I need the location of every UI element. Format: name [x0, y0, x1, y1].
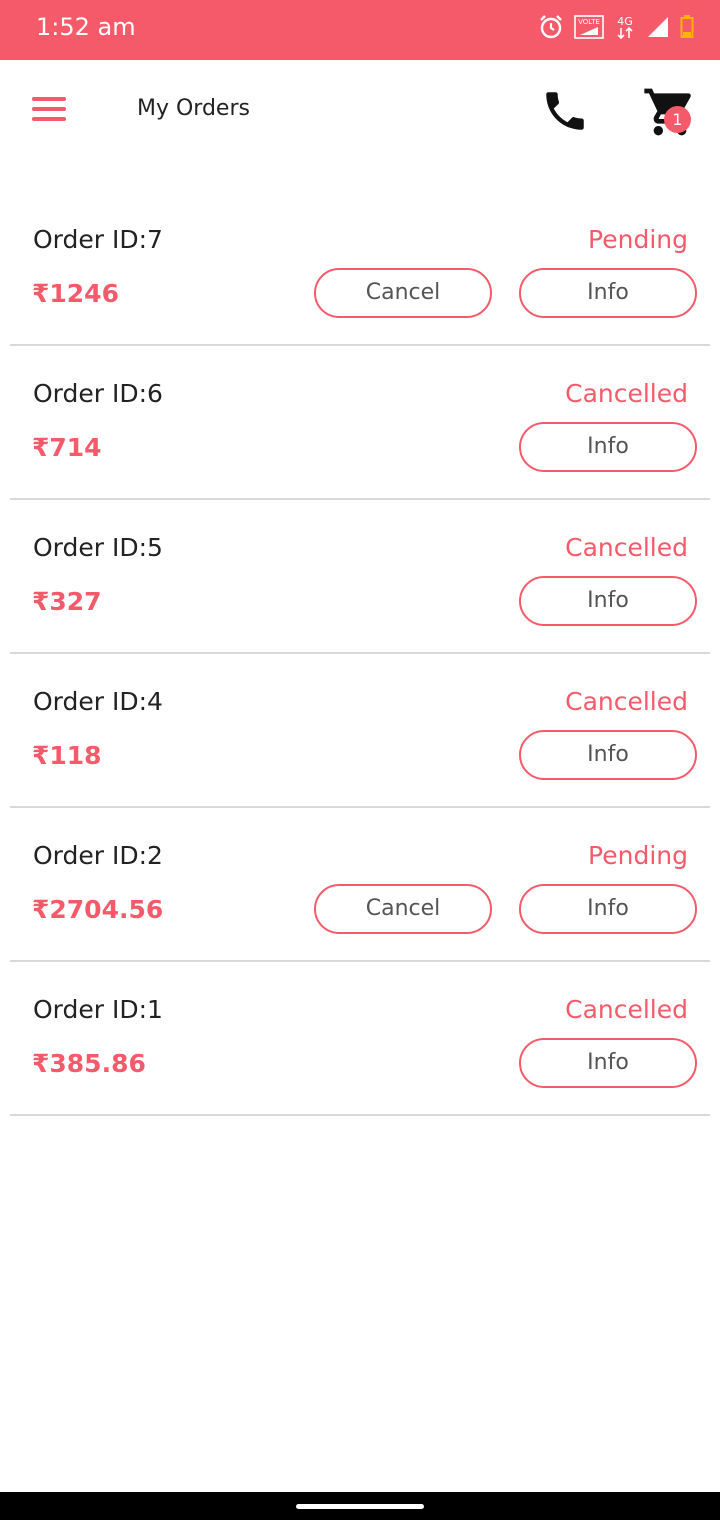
cancel-order-button[interactable]: Cancel	[314, 884, 492, 934]
svg-text:4G: 4G	[617, 15, 633, 28]
order-price: ₹2704.56	[32, 895, 164, 924]
order-price: ₹327	[32, 587, 102, 616]
alarm-icon	[538, 14, 564, 40]
page-title: My Orders	[137, 96, 250, 121]
order-row: Order ID:1 ₹385.86 Cancelled Info	[10, 962, 710, 1116]
order-price: ₹1246	[32, 279, 119, 308]
system-nav-bar	[0, 1492, 720, 1520]
order-info-button[interactable]: Info	[519, 422, 697, 472]
4g-icon: 4G	[614, 14, 636, 40]
order-info-button[interactable]: Info	[519, 576, 697, 626]
order-info-button[interactable]: Info	[519, 884, 697, 934]
phone-icon	[546, 92, 584, 130]
cancel-order-button[interactable]: Cancel	[314, 268, 492, 318]
order-price: ₹118	[32, 741, 102, 770]
status-icons: VOLTE 4G	[538, 12, 694, 42]
hamburger-menu-icon	[32, 97, 66, 121]
order-status: Cancelled	[565, 533, 688, 562]
order-price: ₹385.86	[32, 1049, 146, 1078]
order-row: Order ID:7 ₹1246 Pending Cancel Info	[10, 192, 710, 346]
order-id: Order ID:5	[33, 533, 163, 562]
order-info-button[interactable]: Info	[519, 1038, 697, 1088]
order-id: Order ID:6	[33, 379, 163, 408]
menu-button[interactable]	[28, 88, 72, 132]
order-row: Order ID:5 ₹327 Cancelled Info	[10, 500, 710, 654]
order-status: Cancelled	[565, 379, 688, 408]
order-id: Order ID:2	[33, 841, 163, 870]
order-status: Pending	[588, 225, 688, 254]
order-row: Order ID:4 ₹118 Cancelled Info	[10, 654, 710, 808]
volte-icon: VOLTE	[574, 15, 604, 39]
order-id: Order ID:7	[33, 225, 163, 254]
signal-icon	[646, 15, 670, 39]
orders-list: Order ID:7 ₹1246 Pending Cancel Info Ord…	[0, 192, 720, 1116]
order-status: Pending	[588, 841, 688, 870]
battery-icon	[680, 15, 694, 39]
order-row: Order ID:6 ₹714 Cancelled Info	[10, 346, 710, 500]
home-gesture-handle[interactable]	[296, 1504, 424, 1509]
status-time: 1:52 am	[36, 13, 136, 41]
order-status: Cancelled	[565, 995, 688, 1024]
order-info-button[interactable]: Info	[519, 730, 697, 780]
order-status: Cancelled	[565, 687, 688, 716]
svg-text:VOLTE: VOLTE	[578, 18, 600, 26]
status-bar: 1:52 am VOLTE 4G	[0, 0, 720, 60]
call-button[interactable]	[540, 86, 590, 136]
order-price: ₹714	[32, 433, 102, 462]
order-row: Order ID:2 ₹2704.56 Pending Cancel Info	[10, 808, 710, 962]
order-id: Order ID:1	[33, 995, 163, 1024]
cart-count-badge: 1	[664, 106, 691, 133]
order-id: Order ID:4	[33, 687, 163, 716]
app-bar: My Orders	[0, 60, 720, 160]
order-info-button[interactable]: Info	[519, 268, 697, 318]
